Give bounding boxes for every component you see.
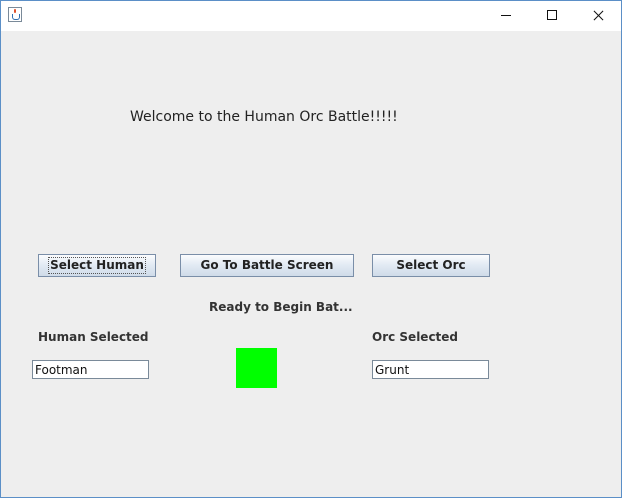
select-human-button[interactable]: Select Human bbox=[38, 254, 156, 277]
orc-selected-label: Orc Selected bbox=[372, 330, 459, 344]
orc-selected-field[interactable] bbox=[372, 360, 489, 379]
human-selected-label: Human Selected bbox=[38, 330, 149, 344]
minimize-icon bbox=[501, 15, 511, 16]
maximize-icon bbox=[547, 10, 557, 20]
maximize-button[interactable] bbox=[529, 1, 575, 31]
status-indicator bbox=[236, 348, 277, 388]
minimize-button[interactable] bbox=[483, 1, 529, 31]
java-cup-icon[interactable] bbox=[8, 7, 22, 22]
go-to-battle-button[interactable]: Go To Battle Screen bbox=[180, 254, 354, 277]
close-button[interactable] bbox=[575, 1, 621, 31]
app-window: Welcome to the Human Orc Battle!!!!! Sel… bbox=[0, 0, 622, 498]
welcome-label: Welcome to the Human Orc Battle!!!!! bbox=[130, 109, 398, 125]
human-selected-field[interactable] bbox=[32, 360, 149, 379]
select-orc-button[interactable]: Select Orc bbox=[372, 254, 490, 277]
status-label: Ready to Begin Bat... bbox=[209, 300, 353, 314]
title-bar[interactable] bbox=[1, 1, 621, 31]
select-human-label: Select Human bbox=[48, 257, 146, 274]
